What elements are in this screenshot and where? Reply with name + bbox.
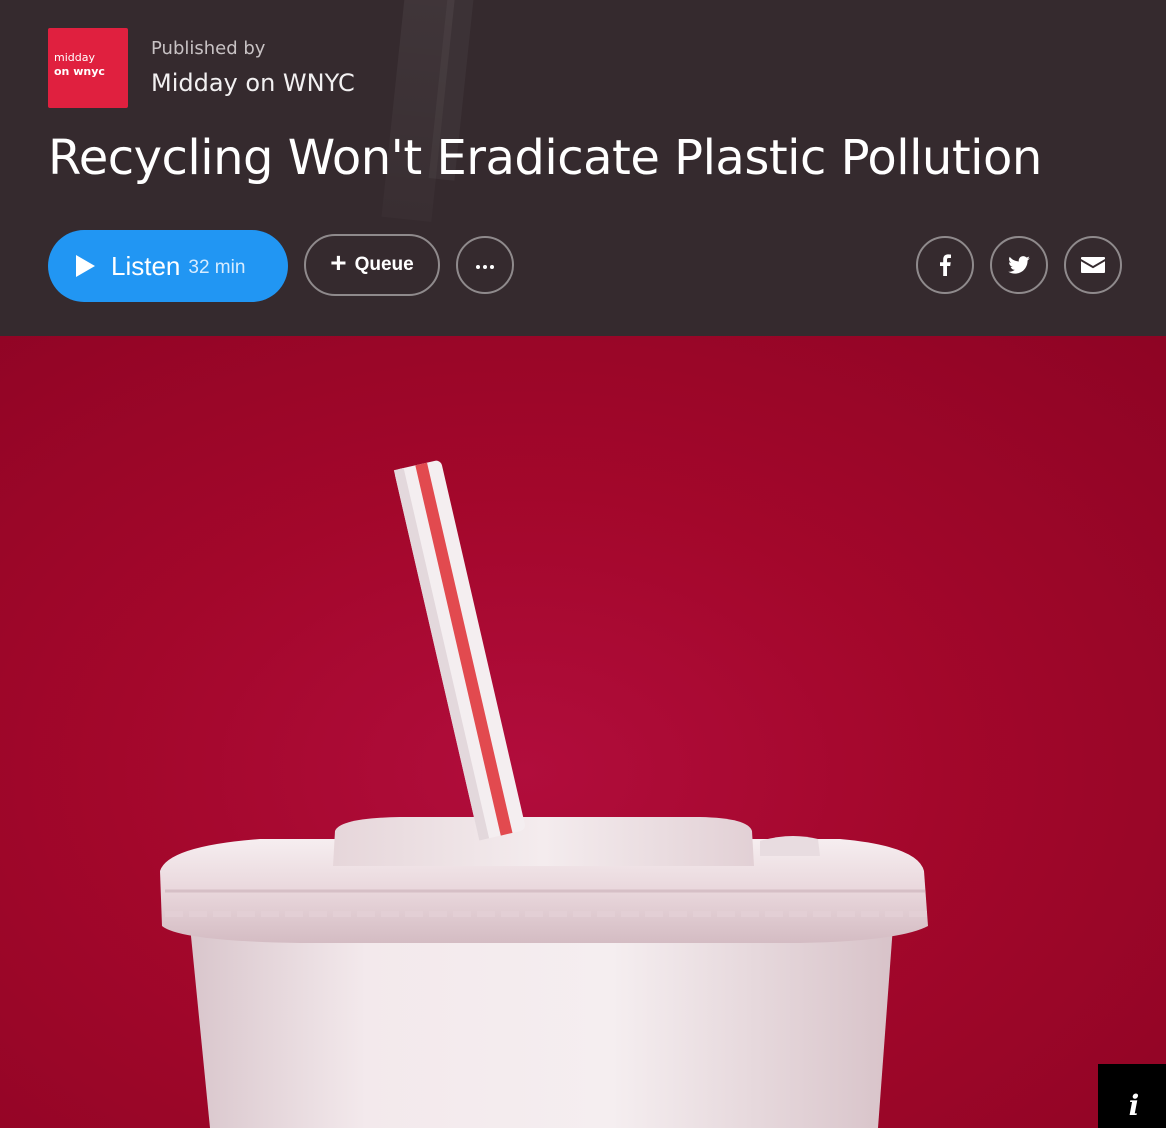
straw [393,460,525,841]
info-icon: i [1128,1089,1140,1122]
email-icon [1081,257,1105,273]
cup-with-straw-illustration [160,460,928,1128]
logo-text-on-wnyc: on wnyc [54,65,105,78]
plus-icon: + [330,247,347,278]
logo-text-midday: midday [54,51,95,64]
published-by-label: Published by [151,38,266,59]
more-options-button[interactable] [456,236,514,294]
episode-hero-image [0,336,1166,1128]
publisher-name-link[interactable]: Midday on WNYC [151,68,355,98]
listen-duration: 32 min [188,257,246,278]
play-icon [76,255,95,277]
share-email-button[interactable] [1064,236,1122,294]
listen-label: Listen [111,251,181,281]
share-facebook-button[interactable] [916,236,974,294]
image-info-button[interactable]: i [1098,1064,1166,1128]
cup-lid-dome [333,817,754,866]
queue-label: Queue [354,254,414,275]
twitter-icon [1008,256,1030,274]
facebook-icon [940,254,951,276]
episode-header: midday on wnyc Published by Midday on WN… [0,0,1166,336]
queue-button[interactable]: + Queue [304,234,440,296]
publisher-logo[interactable]: midday on wnyc [48,28,128,108]
ellipsis-icon [476,265,494,269]
cup-body [190,926,893,1128]
share-twitter-button[interactable] [990,236,1048,294]
listen-button[interactable]: Listen 32 min [48,230,288,302]
episode-title: Recycling Won't Eradicate Plastic Pollut… [48,130,1042,186]
